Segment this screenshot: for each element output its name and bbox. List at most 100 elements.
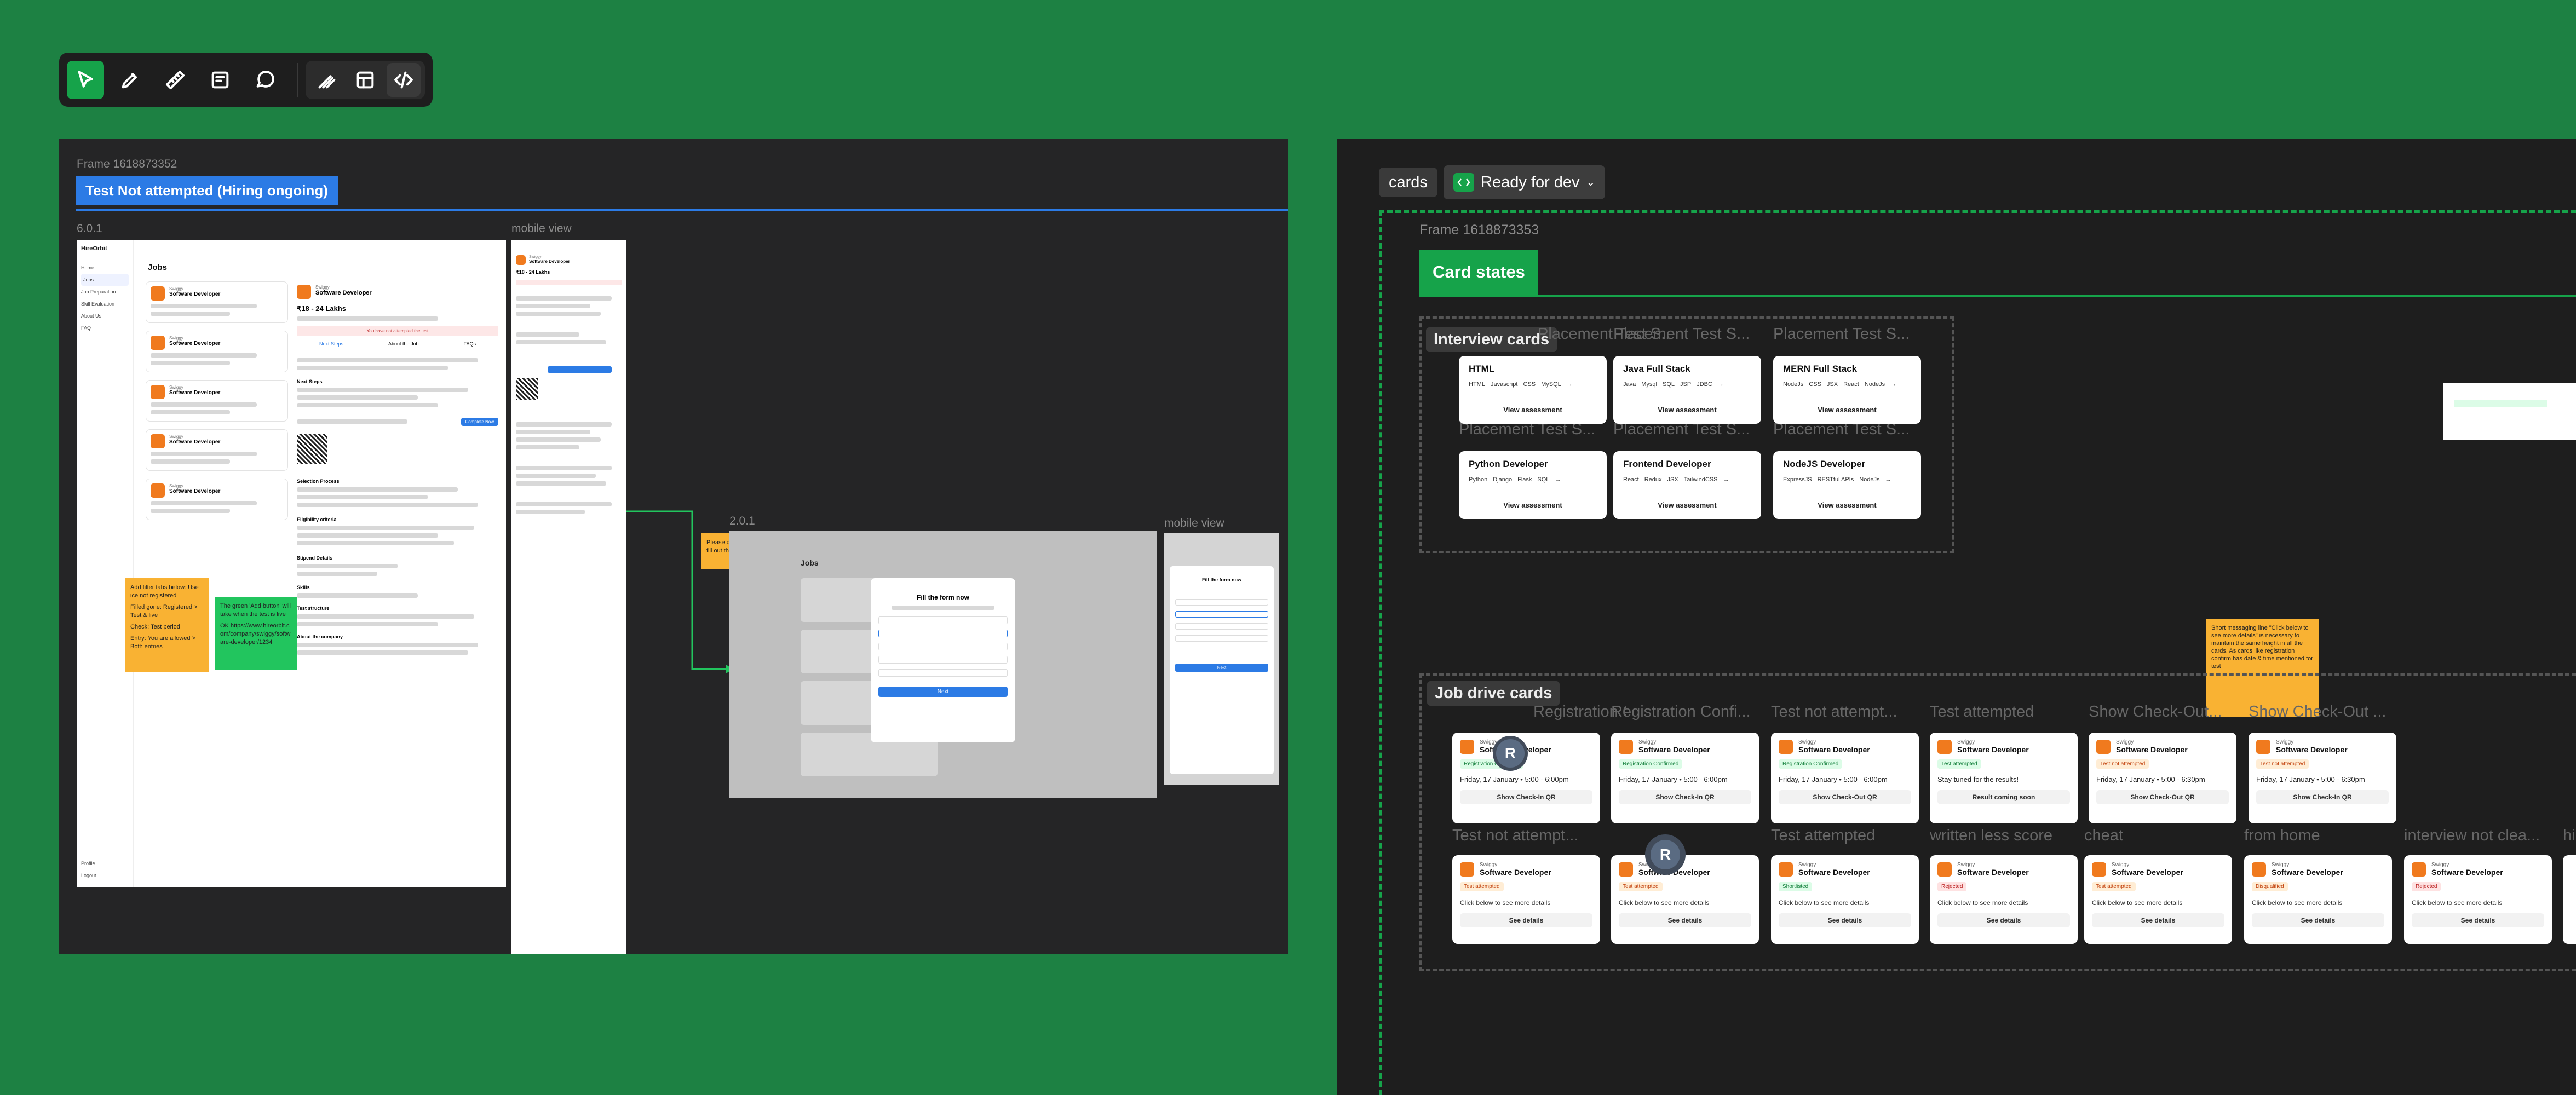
sidebar-item-logout[interactable]: Logout <box>81 869 96 881</box>
job-list-item[interactable]: Swiggy Software Developer <box>146 429 288 471</box>
annotate-icon[interactable] <box>310 63 344 97</box>
form-input[interactable] <box>878 669 1008 677</box>
job-list-item[interactable]: Swiggy Software Developer <box>146 479 288 520</box>
job-drive-card[interactable]: SwiggySoftware Developer Registration Co… <box>1611 733 1759 823</box>
job-drive-card[interactable]: Swiggy Software Developer Test not attemp… <box>2089 733 2236 823</box>
sidebar-item-faq[interactable]: FAQ <box>81 322 129 334</box>
complete-now-button[interactable]: Complete Now <box>461 417 498 426</box>
job-drive-card[interactable]: Swiggy Software Developer Shortlisted Cli… <box>1771 855 1919 944</box>
job-drive-card[interactable]: Swiggy Software Developer Test not attemp… <box>2249 733 2396 823</box>
card-state-title: Test not attempt... <box>1771 703 1898 721</box>
sidebar-item-home[interactable]: Home <box>81 262 129 274</box>
see-details-button[interactable]: See details <box>1619 913 1751 927</box>
interview-card[interactable]: Java Full Stack Java Mysql SQL JSP JDBC → Vie… <box>1613 356 1761 424</box>
see-details-button[interactable]: See details <box>1779 913 1911 927</box>
qr-action-button[interactable]: Show Check-In QR <box>1460 790 1592 804</box>
form-input[interactable] <box>878 616 1008 624</box>
see-details-button[interactable]: See details <box>1937 913 2070 927</box>
view-assessment-button[interactable]: View assessment <box>1469 400 1597 414</box>
view-assessment-button[interactable]: View assessment <box>1469 495 1597 509</box>
collaborator-avatar[interactable]: R <box>1493 736 1528 771</box>
form-input[interactable] <box>1175 611 1268 618</box>
interview-card[interactable]: HTML HTML Javascript CSS MySQL → View assess… <box>1459 356 1607 424</box>
section-heading: Selection Process <box>297 479 340 484</box>
view-assessment-button[interactable]: View assessment <box>1623 400 1751 414</box>
modal-next-button[interactable]: Next <box>878 687 1008 697</box>
job-drive-card[interactable]: Swiggy Software Developer Disqualified Cl… <box>2244 855 2392 944</box>
card-state-title: hi <box>2563 827 2575 844</box>
company-logo <box>151 385 165 399</box>
job-drive-card[interactable]: Swiggy Software Developer Rejected Click … <box>1930 855 2078 944</box>
form-input[interactable] <box>1175 635 1268 642</box>
company-logo <box>2096 739 2111 754</box>
collaborator-avatar[interactable]: R <box>1645 834 1686 875</box>
card-state-title: cheat <box>2084 827 2123 844</box>
form-input[interactable] <box>878 630 1008 637</box>
result-pending-button[interactable]: Result coming soon <box>1937 790 2070 804</box>
offscreen-frame-thumbnail[interactable] <box>2443 383 2576 440</box>
sticky-note[interactable]: Add filter tabs below: Use ice not regis… <box>125 578 209 672</box>
sticky-note[interactable]: The green 'Add button' will take when th… <box>215 597 297 670</box>
tab-about-job[interactable]: About the Job <box>388 341 419 347</box>
comment-tool-icon[interactable] <box>246 61 284 99</box>
inspect-icon[interactable] <box>348 63 382 97</box>
tab-faqs[interactable]: FAQs <box>464 341 476 347</box>
pen-tool-icon[interactable] <box>112 61 149 99</box>
form-input[interactable] <box>878 656 1008 664</box>
view-assessment-button[interactable]: View assessment <box>1623 495 1751 509</box>
skill-chip: Flask <box>1517 476 1532 483</box>
job-drive-card-partial[interactable] <box>2563 855 2576 944</box>
dev-mode-icon[interactable] <box>387 62 421 97</box>
page-label[interactable]: cards <box>1379 168 1438 197</box>
job-drive-card[interactable]: SwiggySoftware Developer Test attempted … <box>1611 855 1759 944</box>
sidebar-item-jobs[interactable]: Jobs <box>81 274 129 286</box>
sidebar-item-profile[interactable]: Profile <box>81 857 96 869</box>
ready-for-dev-badge[interactable]: Ready for dev ⌄ <box>1444 165 1606 199</box>
ruler-tool-icon[interactable] <box>157 61 194 99</box>
section-tag[interactable]: Card states <box>1419 250 1538 295</box>
qr-action-button[interactable]: Show Check-In QR <box>2256 790 2389 804</box>
complete-now-button[interactable] <box>548 366 612 373</box>
qr-action-button[interactable]: Show Check-Out QR <box>2096 790 2229 804</box>
sidebar-item-about[interactable]: About Us <box>81 310 129 322</box>
see-details-button[interactable]: See details <box>1460 913 1592 927</box>
arrow-right-icon: → <box>1555 476 1561 483</box>
see-details-button[interactable]: See details <box>2252 913 2384 927</box>
form-input[interactable] <box>1175 599 1268 606</box>
interview-card[interactable]: NodeJS Developer ExpressJS RESTful APIs No… <box>1773 451 1921 519</box>
job-role: Software Developer <box>1798 745 1870 754</box>
toolbar-divider <box>297 62 298 97</box>
interview-card[interactable]: MERN Full Stack NodeJs CSS JSX React NodeJs →… <box>1773 356 1921 424</box>
company-name: Swiggy <box>1638 739 1657 745</box>
sidebar-item-skill-evaluation[interactable]: Skill Evaluation <box>81 298 129 310</box>
see-details-button[interactable]: See details <box>2092 913 2224 927</box>
company-logo <box>2256 739 2270 754</box>
job-list-item[interactable]: Swiggy Software Developer <box>146 380 288 422</box>
job-drive-card[interactable]: Swiggy Software Developer Rejected Click … <box>2404 855 2552 944</box>
drive-date: Stay tuned for the results! <box>1937 775 2019 783</box>
job-drive-card[interactable]: SwiggySoftware Developer Test attempted … <box>2084 855 2232 944</box>
job-drive-card[interactable]: SwiggySoftware Developer Test attempted … <box>1452 855 1600 944</box>
job-list-item[interactable]: Swiggy Software Developer <box>146 331 288 372</box>
job-drive-card[interactable]: SwiggySoftware Developer Registration Co… <box>1771 733 1919 823</box>
move-tool-icon[interactable] <box>67 60 105 99</box>
job-list-item[interactable]: Swiggy Software Developer <box>146 281 288 323</box>
form-input[interactable] <box>1175 623 1268 630</box>
interview-card[interactable]: Python Developer Python Django Flask SQL → V… <box>1459 451 1607 519</box>
text-tool-icon[interactable] <box>202 61 239 99</box>
interview-card[interactable]: Frontend Developer React Redux JSX Tailwind… <box>1613 451 1761 519</box>
form-input[interactable] <box>878 643 1008 650</box>
modal-next-button[interactable]: Next <box>1175 664 1268 672</box>
mobile-job-screen: Swiggy Software Developer ₹18 - 24 Lakhs <box>511 240 626 954</box>
sidebar-item-job-preparation[interactable]: Job Preparation <box>81 286 129 298</box>
qr-action-button[interactable]: Show Check-In QR <box>1619 790 1751 804</box>
tab-next-steps[interactable]: Next Steps <box>319 341 343 347</box>
status-badge: Disqualified <box>2252 882 2288 891</box>
view-assessment-button[interactable]: View assessment <box>1783 495 1911 509</box>
see-details-button[interactable]: See details <box>2412 913 2544 927</box>
qr-action-button[interactable]: Show Check-Out QR <box>1779 790 1911 804</box>
job-role: Software Developer <box>1798 868 1870 877</box>
view-assessment-button[interactable]: View assessment <box>1783 400 1911 414</box>
section-tag[interactable]: Test Not attempted (Hiring ongoing) <box>76 176 338 205</box>
job-drive-card[interactable]: SwiggySoftware Developer Test attempted … <box>1930 733 2078 823</box>
